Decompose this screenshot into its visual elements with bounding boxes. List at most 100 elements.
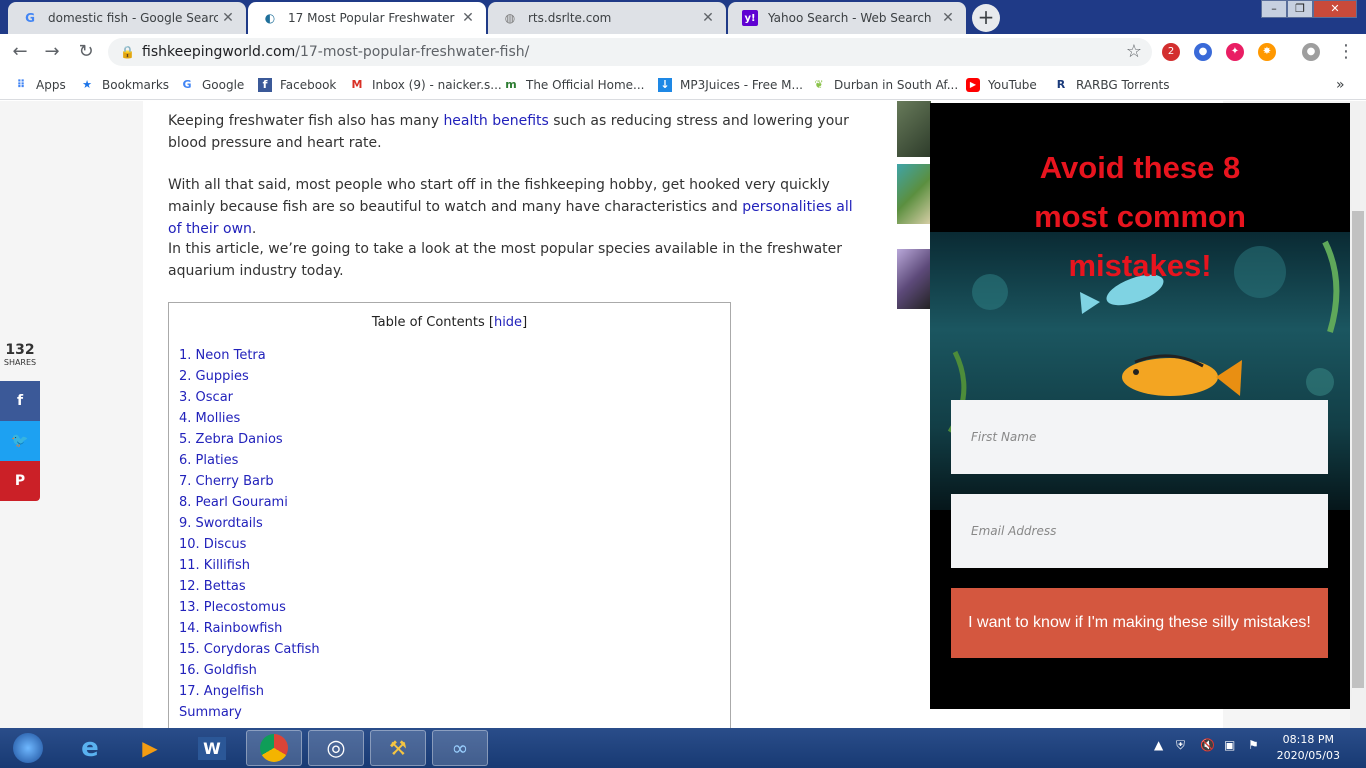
close-icon[interactable]: ✕	[938, 10, 958, 26]
infinity-icon: ∞	[451, 736, 469, 760]
facebook-share-button[interactable]: f	[0, 381, 40, 421]
adblock-icon[interactable]: 2	[1162, 43, 1180, 61]
browser-toolbar: ← → ↻ 🔒 fishkeepingworld.com/17-most-pop…	[0, 34, 1366, 70]
toc-item[interactable]: 14. Rainbowfish	[179, 621, 282, 636]
clock-date: 2020/05/03	[1276, 749, 1340, 762]
pinwheel-extension-icon[interactable]: ✸	[1258, 43, 1276, 61]
email-field[interactable]: Email Address	[951, 494, 1328, 568]
infinity-app-button[interactable]: ∞	[432, 730, 488, 766]
first-name-field[interactable]: First Name	[951, 400, 1328, 474]
sidebar-thumbnail[interactable]	[897, 101, 931, 157]
facebook-icon: f	[258, 78, 272, 92]
toc-item[interactable]: Summary	[179, 705, 242, 720]
tools-icon: ⚒	[389, 736, 407, 760]
close-icon[interactable]: ✕	[698, 10, 718, 26]
close-icon[interactable]: ✕	[218, 10, 238, 26]
windows-logo-icon	[13, 733, 43, 763]
paragraph-intro: In this article, we’re going to take a l…	[168, 241, 843, 279]
sidebar-thumbnail[interactable]	[897, 249, 931, 309]
media-player-button[interactable]: ▶	[122, 730, 178, 766]
tab-title: Yahoo Search - Web Search	[768, 11, 932, 25]
reload-icon[interactable]: ↻	[74, 40, 98, 64]
clock-time: 08:18 PM	[1282, 733, 1334, 746]
tab-fishkeepingworld[interactable]: ◐ 17 Most Popular Freshwater Fish ✕	[248, 2, 486, 34]
system-clock[interactable]: 08:18 PM 2020/05/03	[1277, 732, 1340, 764]
bookmark-youtube[interactable]: ▶ YouTube	[966, 76, 1037, 94]
show-hidden-icons[interactable]: ▲	[1154, 738, 1163, 752]
forward-arrow-icon[interactable]: →	[40, 40, 64, 64]
toc-item[interactable]: 17. Angelfish	[179, 684, 264, 699]
toc-item[interactable]: 16. Goldfish	[179, 663, 257, 678]
pinterest-share-button[interactable]: P	[0, 461, 40, 501]
twitter-icon: 🐦	[11, 433, 29, 449]
tab-rts-dsrlte[interactable]: ◍ rts.dsrlte.com ✕	[488, 2, 726, 34]
sidebar-thumbnail[interactable]	[897, 164, 931, 224]
tab-google-search[interactable]: G domestic fish - Google Search ✕	[8, 2, 246, 34]
bookmark-google[interactable]: G Google	[180, 76, 244, 94]
scrollbar-thumb[interactable]	[1352, 211, 1364, 688]
bookmark-mp3juices[interactable]: ↓ MP3Juices - Free M...	[658, 76, 803, 94]
toc-item[interactable]: 8. Pearl Gourami	[179, 495, 288, 510]
toc-item[interactable]: 1. Neon Tetra	[179, 348, 266, 363]
health-benefits-link[interactable]: health benefits	[443, 113, 548, 129]
bookmark-apps[interactable]: ⠿ Apps	[14, 76, 66, 94]
more-bookmarks-icon[interactable]: »	[1336, 76, 1345, 94]
internet-explorer-button[interactable]: e	[62, 730, 118, 766]
back-arrow-icon[interactable]: ←	[8, 40, 32, 64]
paragraph-hooked: With all that said, most people who star…	[168, 177, 853, 237]
bookmark-durban[interactable]: ❦ Durban in South Af...	[812, 76, 958, 94]
bookmark-bookmarks[interactable]: ★ Bookmarks	[80, 76, 169, 94]
bookmark-rarbg[interactable]: R RARBG Torrents	[1054, 76, 1170, 94]
menu-dots-icon[interactable]: ⋮	[1334, 40, 1358, 64]
security-icon[interactable]: ⛨	[1176, 738, 1185, 753]
close-icon[interactable]: ✕	[458, 10, 478, 26]
bookmark-facebook[interactable]: f Facebook	[258, 76, 336, 94]
toc-item[interactable]: 6. Platies	[179, 453, 238, 468]
toc-hide-link[interactable]: hide	[494, 315, 522, 330]
bookmark-star-icon[interactable]: ☆	[1126, 38, 1142, 66]
toc-title: Table of Contents [hide]	[371, 315, 528, 330]
toc-item[interactable]: 5. Zebra Danios	[179, 432, 283, 447]
maximize-button[interactable]: ❐	[1287, 0, 1313, 18]
toc-item[interactable]: 12. Bettas	[179, 579, 246, 594]
new-tab-button[interactable]: +	[972, 4, 1000, 32]
leaf-icon: ❦	[814, 78, 824, 91]
toc-item[interactable]: 4. Mollies	[179, 411, 240, 426]
toc-item[interactable]: 10. Discus	[179, 537, 246, 552]
speaker-muted-icon[interactable]: 🔇	[1200, 738, 1215, 752]
window-close-button[interactable]: ✕	[1313, 0, 1357, 18]
toc-item[interactable]: 13. Plecostomus	[179, 600, 286, 615]
yahoo-icon: y!	[742, 10, 758, 26]
table-of-contents: Table of Contents [hide] 1. Neon Tetra 2.…	[168, 302, 731, 728]
page-scrollbar[interactable]	[1350, 101, 1366, 728]
toc-item[interactable]: 2. Guppies	[179, 369, 249, 384]
toc-item[interactable]: 7. Cherry Barb	[179, 474, 274, 489]
app-button[interactable]: ◎	[308, 730, 364, 766]
chrome-button[interactable]	[246, 730, 302, 766]
bookmark-inbox[interactable]: M Inbox (9) - naicker.s...	[350, 76, 502, 94]
swirl-app-icon: ◎	[326, 735, 346, 761]
profile-avatar[interactable]: ●	[1302, 43, 1320, 61]
tools-button[interactable]: ⚒	[370, 730, 426, 766]
apps-grid-icon: ⠿	[16, 78, 26, 91]
word-button[interactable]: W	[184, 730, 240, 766]
chrome-icon	[260, 734, 288, 762]
minimize-button[interactable]: –	[1261, 0, 1287, 18]
rarbg-icon: R	[1056, 78, 1066, 91]
tab-yahoo-search[interactable]: y! Yahoo Search - Web Search ✕	[728, 2, 966, 34]
address-bar[interactable]: 🔒 fishkeepingworld.com/17-most-popular-f…	[108, 38, 1152, 66]
submit-mistakes-button[interactable]: I want to know if I'm making these silly…	[951, 588, 1328, 658]
globe-extension-icon[interactable]: ●	[1194, 43, 1212, 61]
twitter-share-button[interactable]: 🐦	[0, 421, 40, 461]
network-icon[interactable]: ▣	[1224, 738, 1235, 752]
toc-item[interactable]: 3. Oscar	[179, 390, 233, 405]
star-icon: ★	[82, 78, 92, 91]
toc-item[interactable]: 15. Corydoras Catfish	[179, 642, 320, 657]
flag-icon[interactable]: ⚑	[1248, 738, 1259, 752]
bookmark-official-home[interactable]: m The Official Home...	[504, 76, 644, 94]
toc-item[interactable]: 11. Killifish	[179, 558, 250, 573]
start-button[interactable]	[0, 730, 56, 766]
toc-item[interactable]: 9. Swordtails	[179, 516, 263, 531]
extension-icon[interactable]: ✦	[1226, 43, 1244, 61]
youtube-icon: ▶	[966, 78, 980, 92]
